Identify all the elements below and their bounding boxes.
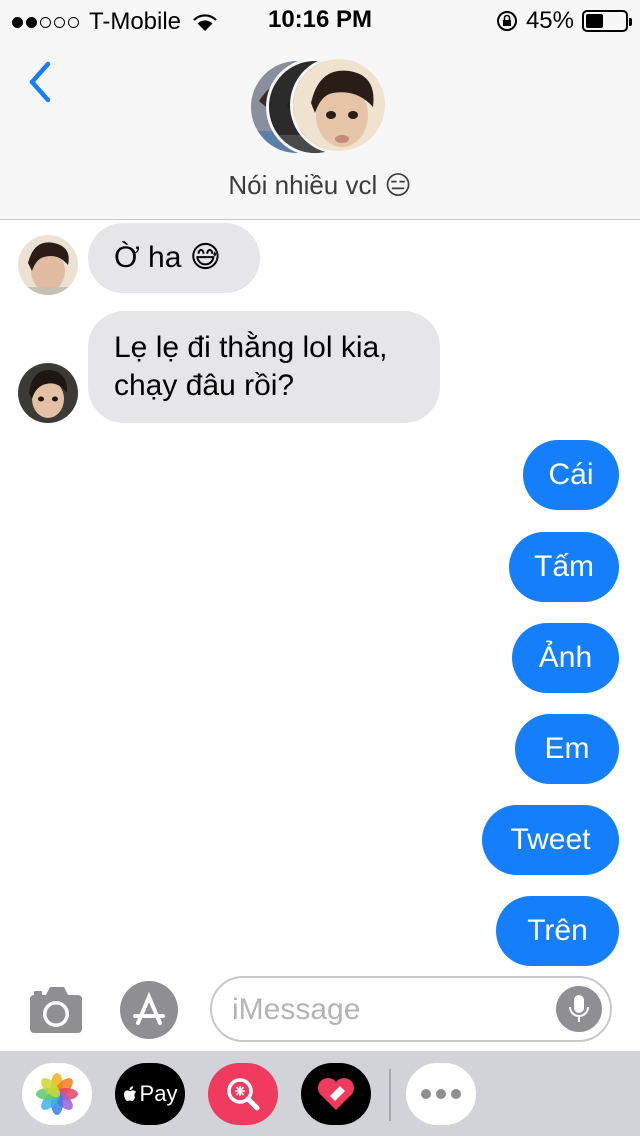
message-bubble-outgoing[interactable]: Cái [523,440,619,510]
message-bubble-outgoing[interactable]: Em [515,714,619,784]
app-store-icon [120,981,178,1039]
message-bubble-incoming[interactable]: Ờ ha 😅 [88,223,260,293]
apple-pay-app-button[interactable]: Pay [115,1063,185,1125]
message-bubble-outgoing[interactable]: Trên [496,896,619,966]
compose-bar [0,971,640,1051]
photos-app-button[interactable] [22,1063,92,1125]
message-text: Trên [527,914,588,947]
dictation-button[interactable] [556,986,602,1032]
sender-avatar[interactable] [18,363,78,423]
message-input-field[interactable] [210,976,612,1042]
message-text: Tấm [534,550,594,583]
microphone-icon [569,995,589,1022]
battery-icon [582,10,632,32]
more-apps-button[interactable] [406,1063,476,1125]
photos-icon [36,1073,78,1115]
message-bubble-outgoing[interactable]: Tấm [509,532,619,602]
message-text: Lẹ lẹ đi thằng lol kia, chạy đâu rồi? [114,331,388,402]
camera-button[interactable] [28,981,84,1037]
status-right: 45% [496,7,632,35]
message-list[interactable]: Ờ ha 😅 Lẹ lẹ đi thằng lol kia, chạy đâu … [0,221,640,971]
camera-icon [30,987,82,1033]
apple-pay-icon [123,1085,136,1101]
message-bubble-outgoing[interactable]: Ảnh [512,623,619,693]
message-input[interactable] [232,990,562,1030]
status-bar: T-Mobile 10:16 PM 45% [0,0,640,40]
conversation-header: Nói nhiều vcl 😑 [0,40,640,220]
battery-percent: 45% [525,7,574,34]
back-button[interactable] [22,60,62,104]
chevron-left-icon [29,61,51,103]
message-bubble-incoming[interactable]: Lẹ lẹ đi thằng lol kia, chạy đâu rồi? [88,311,440,423]
orientation-lock-icon [496,11,517,31]
message-text: Cái [548,458,594,491]
app-drawer: Pay [0,1051,640,1136]
message-text: Em [544,732,590,765]
digital-touch-app-button[interactable] [301,1063,371,1125]
apple-pay-label: Pay [139,1081,178,1106]
sender-avatar[interactable] [18,235,78,295]
image-search-app-button[interactable] [208,1063,278,1125]
message-text: Tweet [510,823,591,856]
drawer-divider [389,1069,391,1121]
digital-touch-icon [318,1078,354,1110]
image-search-icon [227,1078,260,1111]
message-text: Ảnh [538,641,593,674]
group-name[interactable]: Nói nhiều vcl 😑 [0,170,640,201]
more-icon [421,1089,461,1099]
avatar [290,56,388,154]
group-avatar-stack[interactable] [248,56,393,156]
message-bubble-outgoing[interactable]: Tweet [482,805,619,875]
app-store-button[interactable] [118,979,180,1041]
message-text: Ờ ha 😅 [114,241,222,274]
